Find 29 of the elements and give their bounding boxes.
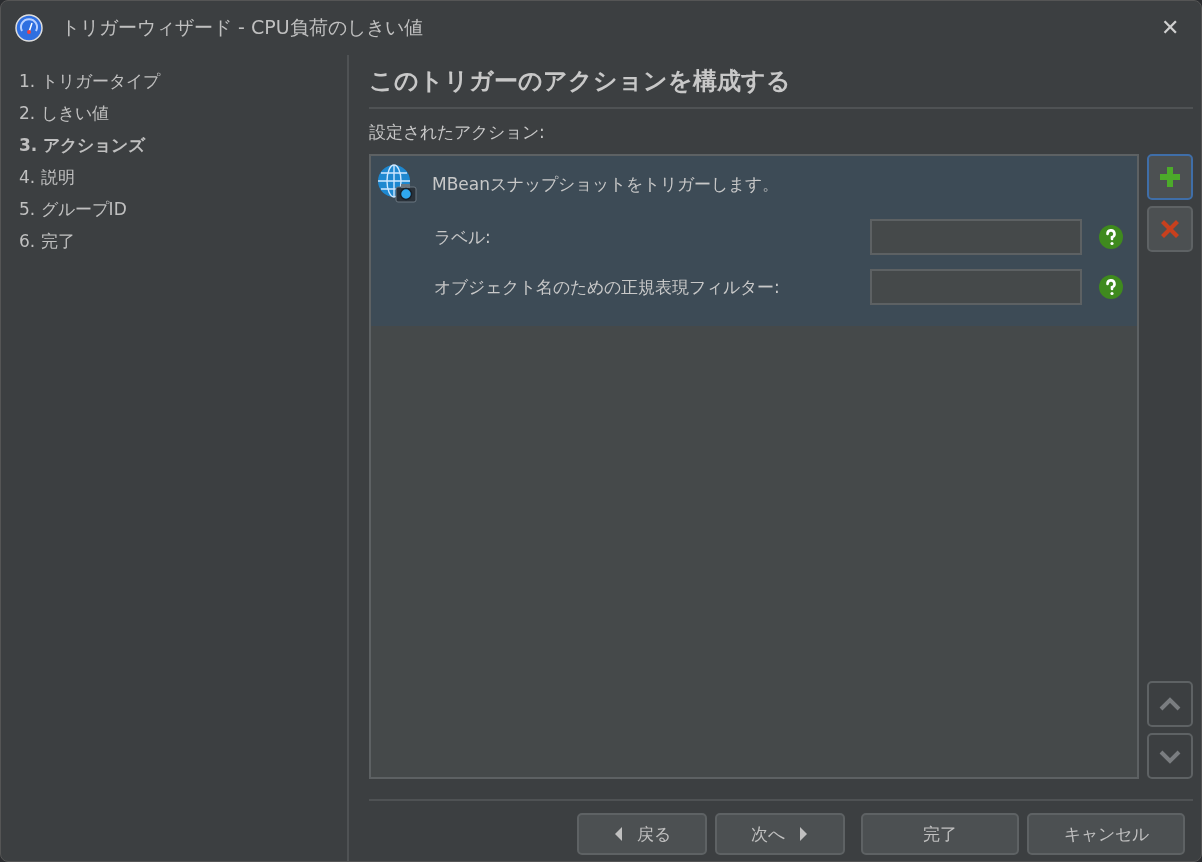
close-button[interactable]: ✕ xyxy=(1153,11,1187,45)
wizard-step: 2. しきい値 xyxy=(19,97,347,129)
wizard-step: 3. アクションズ xyxy=(19,129,347,161)
plus-icon xyxy=(1158,165,1182,189)
globe-camera-icon xyxy=(376,163,418,205)
dialog-button[interactable]: 完了 xyxy=(861,813,1019,855)
wizard-step: 5. グループID xyxy=(19,193,347,225)
dialog-button[interactable]: 戻る xyxy=(577,813,707,855)
gauge-icon xyxy=(15,14,43,42)
field-label: オブジェクト名のための正規表現フィルター: xyxy=(434,275,781,299)
action-title: MBeanスナップショットをトリガーします。 xyxy=(432,172,779,196)
text-field[interactable] xyxy=(870,219,1082,255)
window-title: トリガーウィザード - CPU負荷のしきい値 xyxy=(61,15,424,40)
add-button[interactable] xyxy=(1147,154,1193,200)
help-icon xyxy=(1098,224,1124,250)
wizard-step: 1. トリガータイプ xyxy=(19,65,347,97)
action-item[interactable]: MBeanスナップショットをトリガーします。 ラベル: オブジェクト名のための正規表現フィルター: xyxy=(371,156,1137,326)
wizard-step: 4. 説明 xyxy=(19,161,347,193)
field-label: ラベル: xyxy=(434,225,492,249)
text-field[interactable] xyxy=(870,269,1082,305)
remove-button[interactable] xyxy=(1147,206,1193,252)
help-icon xyxy=(1098,274,1124,300)
right-triangle-icon xyxy=(799,826,809,842)
left-triangle-icon xyxy=(613,826,623,842)
list-label: 設定されたアクション: xyxy=(369,121,546,144)
wizard-step: 6. 完了 xyxy=(19,225,347,257)
dialog-button[interactable]: キャンセル xyxy=(1027,813,1185,855)
dialog-button[interactable]: 次へ xyxy=(715,813,845,855)
page-heading: このトリガーのアクションを構成する xyxy=(369,65,1193,109)
